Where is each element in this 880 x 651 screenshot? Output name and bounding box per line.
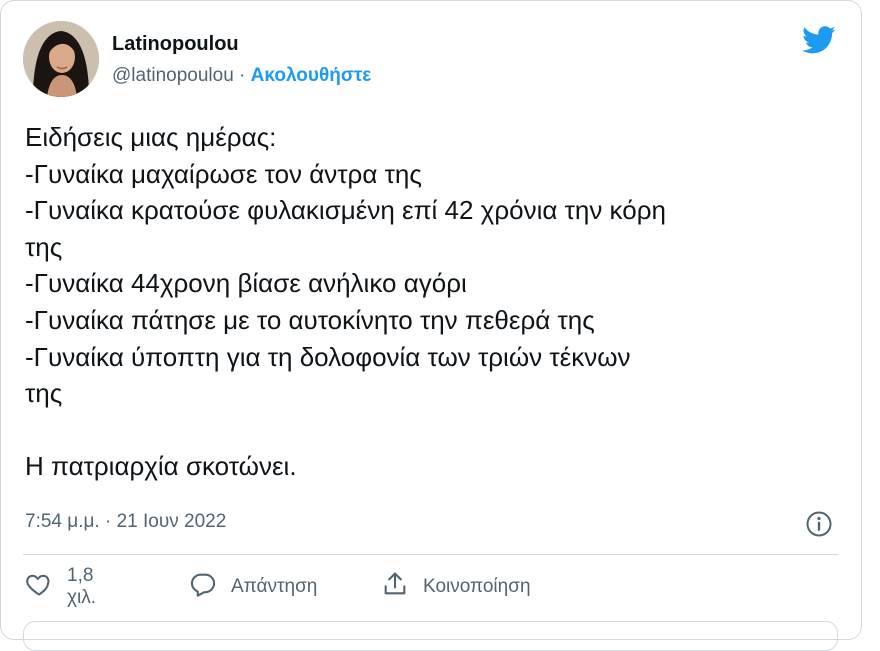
tweet-line: Ειδήσεις μιας ημέρας:: [25, 122, 277, 152]
divider: [23, 554, 838, 555]
tweet-line: -Γυναίκα πάτησε με το αυτοκίνητο την πεθ…: [25, 304, 595, 335]
tweet-timestamp[interactable]: 7:54 μ.μ. · 21 Ιουν 2022: [25, 511, 226, 533]
reply-button[interactable]: Απάντηση: [189, 569, 317, 605]
tweet-line: -Γυναίκα 44χρονη βίασε ανήλικο αγόρι: [25, 268, 467, 299]
tweet-body: Ειδήσεις μιας ημέρας: -Γυναίκα μαχαίρωσε…: [25, 119, 845, 485]
reply-bubble-icon: [189, 570, 217, 604]
share-icon: [381, 570, 409, 604]
follow-button[interactable]: Ακολουθήστε: [251, 65, 372, 86]
next-tweet-card-edge: [23, 621, 838, 651]
reply-label: Απάντηση: [231, 576, 318, 597]
share-button[interactable]: Κοινοποίηση: [381, 569, 531, 605]
author-handle-line: @latinopoulou · Ακολουθήστε: [112, 65, 371, 87]
info-icon[interactable]: [804, 509, 834, 539]
tweet-line: της: [25, 231, 63, 262]
like-button[interactable]: 1,8 χιλ.: [25, 565, 96, 608]
share-label: Κοινοποίηση: [423, 576, 531, 597]
handle-separator: ·: [239, 65, 246, 86]
tweet-closing-line: Η πατριαρχία σκοτώνει.: [25, 451, 297, 482]
tweet-line: -Γυναίκα ύποπτη για τη δολοφονία των τρι…: [25, 341, 631, 372]
like-count: 1,8 χιλ.: [67, 565, 96, 608]
author-display-name[interactable]: Latinopoulou: [112, 33, 239, 56]
tweet-line: της: [25, 378, 63, 409]
heart-icon: [25, 570, 53, 604]
avatar[interactable]: [23, 21, 99, 97]
tweet-card: Latinopoulou @latinopoulou · Ακολουθήστε…: [0, 0, 862, 651]
tweet-line: -Γυναίκα κρατούσε φυλακισμένη επί 42 χρό…: [25, 195, 666, 226]
author-handle[interactable]: @latinopoulou: [112, 65, 234, 86]
twitter-bird-icon[interactable]: [799, 23, 839, 57]
tweet-line: -Γυναίκα μαχαίρωσε τον άντρα της: [25, 158, 422, 189]
